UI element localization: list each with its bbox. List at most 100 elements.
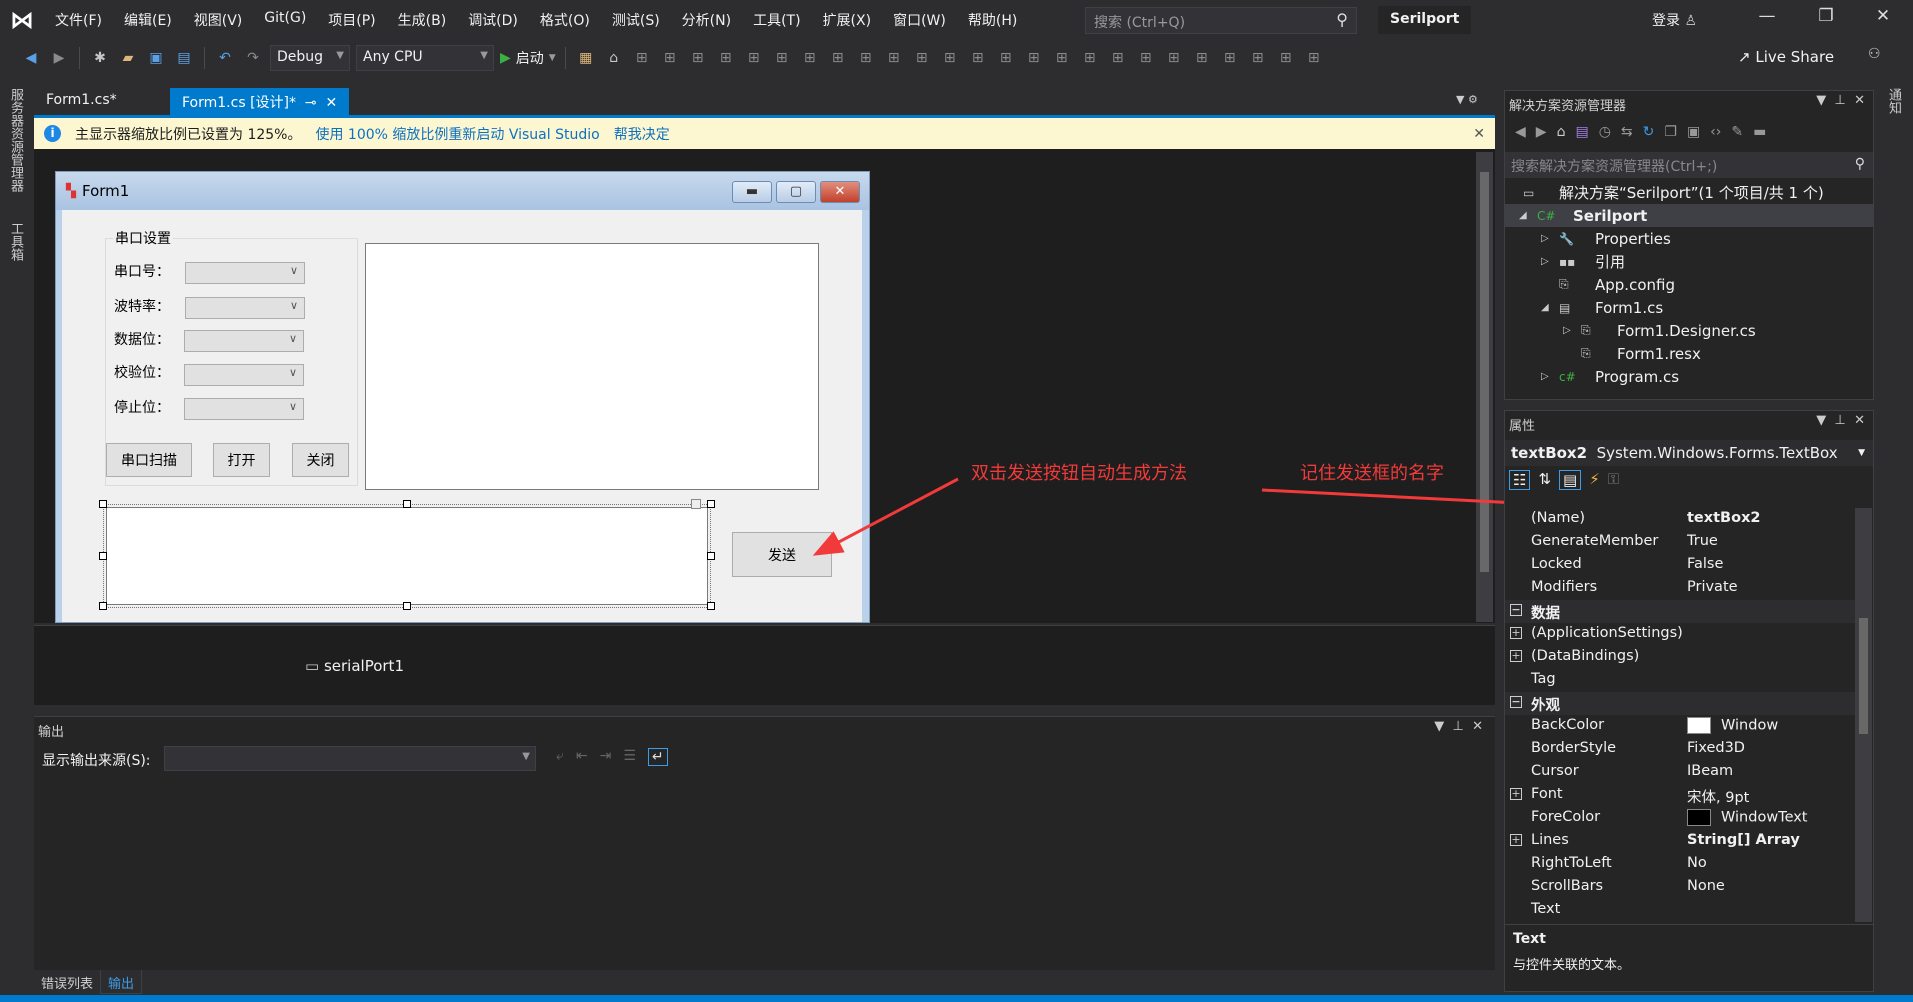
align-lefts-icon[interactable]: ⊞ xyxy=(631,47,653,69)
menu-item[interactable]: 分析(N) xyxy=(671,10,742,30)
data-bits-combobox[interactable]: ∨ xyxy=(184,330,304,352)
collapse-icon[interactable]: − xyxy=(1510,604,1522,616)
pending-changes-icon[interactable]: ◷ xyxy=(1599,124,1611,140)
object-selector[interactable]: textBox2 System.Windows.Forms.TextBox ▼ xyxy=(1505,440,1873,466)
property-value[interactable] xyxy=(1683,899,1855,921)
tab-form1-code[interactable]: Form1.cs* xyxy=(34,88,170,115)
parity-combobox[interactable]: ∨ xyxy=(184,364,304,386)
alphabetical-icon[interactable]: ⇅ xyxy=(1538,470,1551,490)
menu-item[interactable]: 工具(T) xyxy=(742,10,811,30)
scrollbar-thumb[interactable] xyxy=(1859,618,1868,734)
menu-item[interactable]: 窗口(W) xyxy=(882,10,957,30)
stop-bits-combobox[interactable]: ∨ xyxy=(184,398,304,420)
property-value[interactable]: textBox2 xyxy=(1683,508,1855,530)
word-wrap-icon[interactable]: ↵ xyxy=(647,748,668,766)
restore-button[interactable]: ❐ xyxy=(1806,6,1846,34)
menu-item[interactable]: 编辑(E) xyxy=(113,10,183,30)
property-row[interactable]: RightToLeft No xyxy=(1505,853,1855,876)
menu-item[interactable]: 测试(S) xyxy=(601,10,671,30)
menu-item[interactable]: 扩展(X) xyxy=(812,10,883,30)
make-same-height-icon[interactable]: ⊞ xyxy=(827,47,849,69)
menu-item[interactable]: 生成(B) xyxy=(387,10,458,30)
property-value[interactable] xyxy=(1683,646,1855,668)
next-message-icon[interactable]: ⇥ xyxy=(600,748,612,766)
resize-handle[interactable] xyxy=(403,500,411,508)
property-row[interactable]: Tag xyxy=(1505,669,1855,692)
forward-icon[interactable]: ▶ xyxy=(1536,124,1547,140)
property-row[interactable]: + (DataBindings) xyxy=(1505,646,1855,669)
output-panel-controls[interactable]: ▼ ⊥ ✕ xyxy=(1434,719,1483,734)
property-row[interactable]: (Name) textBox2 xyxy=(1505,508,1855,531)
menu-item[interactable]: 文件(F) xyxy=(44,10,113,30)
property-value[interactable]: Fixed3D xyxy=(1683,738,1855,760)
property-value[interactable]: String[] Array xyxy=(1683,830,1855,852)
expand-icon[interactable]: + xyxy=(1510,650,1522,662)
go-to-message-icon[interactable]: ⤶ xyxy=(556,748,564,766)
live-share-button[interactable]: ↗ Live Share xyxy=(1738,48,1834,66)
solution-search-input[interactable]: 搜索解决方案资源管理器(Ctrl+;) ⚲ xyxy=(1505,152,1873,178)
back-icon[interactable]: ◀ xyxy=(1515,124,1526,140)
property-value[interactable]: None xyxy=(1683,876,1855,898)
expander-icon[interactable]: ▷ xyxy=(1541,233,1549,244)
property-value[interactable]: IBeam xyxy=(1683,761,1855,783)
resize-handle[interactable] xyxy=(707,500,715,508)
expander-icon[interactable]: ◢ xyxy=(1541,302,1549,313)
horizontal-spacing-icon[interactable]: ⊞ xyxy=(911,47,933,69)
menu-item[interactable]: 帮助(H) xyxy=(957,10,1028,30)
clear-all-icon[interactable]: ☰ xyxy=(623,748,636,766)
resize-handle[interactable] xyxy=(403,602,411,610)
resize-handle[interactable] xyxy=(99,500,107,508)
expander-icon[interactable]: ▷ xyxy=(1541,371,1549,382)
property-value[interactable]: Private xyxy=(1683,577,1855,599)
menu-item[interactable]: 视图(V) xyxy=(183,10,254,30)
pin-icon[interactable]: ⊸ xyxy=(305,95,317,111)
tree-item[interactable]: ▷ ⎘ Form1.Designer.cs xyxy=(1505,319,1873,342)
open-button[interactable]: 打开 xyxy=(213,443,270,477)
property-value[interactable]: 宋体, 9pt xyxy=(1683,784,1855,806)
scrollbar-thumb[interactable] xyxy=(1480,172,1489,572)
undo-icon[interactable]: ↶ xyxy=(214,47,236,69)
close-infobar-icon[interactable]: ✕ xyxy=(1473,126,1485,142)
resize-handle[interactable] xyxy=(707,602,715,610)
receive-textbox[interactable] xyxy=(365,243,819,490)
property-row[interactable]: + Lines String[] Array xyxy=(1505,830,1855,853)
property-row[interactable]: + (ApplicationSettings) xyxy=(1505,623,1855,646)
make-same-size-icon[interactable]: ⊞ xyxy=(883,47,905,69)
expander-icon[interactable]: ▷ xyxy=(1541,256,1549,267)
configuration-dropdown[interactable]: Debug ▼ xyxy=(270,45,350,71)
properties-controls[interactable]: ▼ ⊥ ✕ xyxy=(1816,413,1865,428)
expand-icon[interactable]: + xyxy=(1510,627,1522,639)
tab-form1-designer[interactable]: Form1.cs [设计]* ⊸ ✕ xyxy=(170,88,350,115)
tab-output[interactable]: 输出 xyxy=(100,970,143,994)
expand-icon[interactable]: + xyxy=(1510,788,1522,800)
form1-window[interactable]: ▚ Form1 ▬ ▢ ✕ 串口设置 串口号： ∨ 波特率： ∨ 数据位： ∨ … xyxy=(55,171,870,623)
tab-overflow-icon[interactable]: ▼ ⚙ xyxy=(1456,93,1478,106)
tree-item[interactable]: ⎘ App.config xyxy=(1505,273,1873,296)
property-row[interactable]: + Font 宋体, 9pt xyxy=(1505,784,1855,807)
align-middles-icon[interactable]: ⊞ xyxy=(743,47,765,69)
preview-icon[interactable]: ▬ xyxy=(1753,124,1766,140)
property-row[interactable]: Text xyxy=(1505,899,1855,922)
property-row[interactable]: BackColor Window xyxy=(1505,715,1855,738)
prev-bookmark-icon[interactable]: ⊞ xyxy=(1247,47,1269,69)
property-row[interactable]: BorderStyle Fixed3D xyxy=(1505,738,1855,761)
home-icon[interactable]: ⌂ xyxy=(1557,124,1566,140)
property-row[interactable]: ForeColor WindowText xyxy=(1505,807,1855,830)
size-to-grid-icon[interactable]: ⊞ xyxy=(855,47,877,69)
comment-icon[interactable]: ⊞ xyxy=(1163,47,1185,69)
events-icon[interactable]: ⚡ xyxy=(1589,470,1600,490)
send-button[interactable]: 发送 xyxy=(732,532,832,577)
properties-scrollbar[interactable] xyxy=(1855,508,1872,922)
output-source-dropdown[interactable]: ▼ xyxy=(164,746,536,771)
designer-icon[interactable]: ⌂ xyxy=(603,47,625,69)
scan-button[interactable]: 串口扫描 xyxy=(106,443,192,477)
property-value[interactable]: True xyxy=(1683,531,1855,553)
bookmark-icon[interactable]: ⊞ xyxy=(1219,47,1241,69)
redo-icon[interactable]: ↷ xyxy=(242,47,264,69)
tab-order-icon[interactable]: ⊞ xyxy=(1023,47,1045,69)
make-same-width-icon[interactable]: ⊞ xyxy=(799,47,821,69)
designer-scrollbar[interactable] xyxy=(1476,152,1493,622)
toolbox-tab[interactable]: 工具箱 xyxy=(6,222,25,261)
property-category[interactable]: − 外观 xyxy=(1505,692,1855,715)
property-row[interactable]: Locked False xyxy=(1505,554,1855,577)
